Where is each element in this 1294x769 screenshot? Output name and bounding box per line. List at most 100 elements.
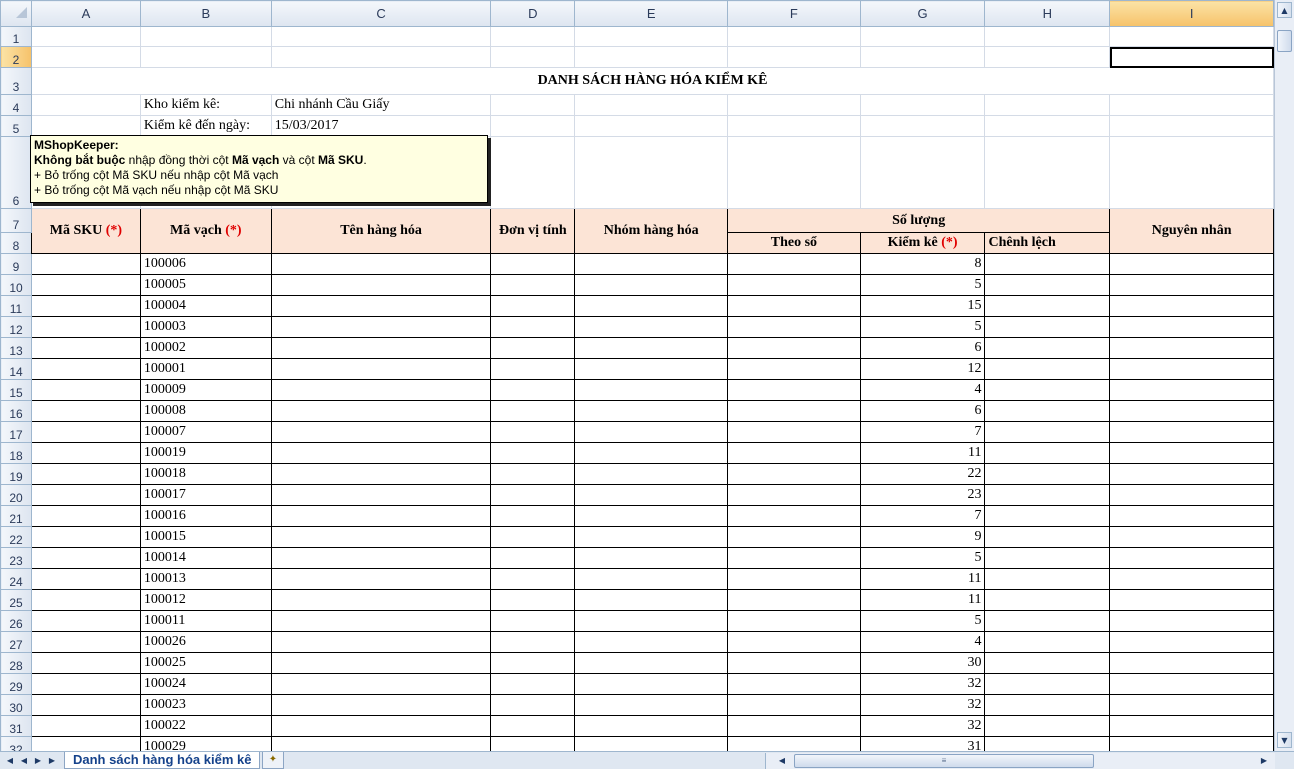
name-cell[interactable]: [270, 568, 492, 590]
cell[interactable]: [727, 115, 861, 137]
group-cell[interactable]: [574, 358, 729, 380]
header-book[interactable]: Theo sổ: [727, 232, 861, 254]
name-cell[interactable]: [270, 715, 492, 737]
group-cell[interactable]: [574, 274, 729, 296]
barcode-cell[interactable]: 100004: [139, 295, 272, 317]
diff-cell[interactable]: [984, 568, 1111, 590]
cell[interactable]: [984, 94, 1111, 116]
barcode-cell[interactable]: 100003: [139, 316, 272, 338]
name-cell[interactable]: [270, 505, 492, 527]
diff-cell[interactable]: [984, 694, 1111, 716]
cell-comment-note[interactable]: MShopKeeper: Không bắt buộc nhập đồng th…: [30, 135, 488, 203]
unit-cell[interactable]: [490, 526, 576, 548]
row-header-6[interactable]: 6: [0, 136, 32, 209]
sku-cell[interactable]: [31, 526, 141, 548]
diff-cell[interactable]: [984, 547, 1111, 569]
group-cell[interactable]: [574, 568, 729, 590]
sku-cell[interactable]: [31, 505, 141, 527]
vertical-scrollbar[interactable]: ▲ ▼: [1274, 0, 1294, 751]
unit-cell[interactable]: [490, 463, 576, 485]
row-header-8[interactable]: 8: [0, 232, 32, 254]
barcode-cell[interactable]: 100023: [139, 694, 272, 716]
sku-cell[interactable]: [31, 568, 141, 590]
counted-cell[interactable]: 6: [859, 400, 986, 422]
unit-cell[interactable]: [490, 421, 576, 443]
sku-cell[interactable]: [31, 547, 141, 569]
group-cell[interactable]: [574, 442, 729, 464]
sheet-tab-active[interactable]: Danh sách hàng hóa kiểm kê: [64, 752, 261, 769]
cell[interactable]: [1109, 94, 1274, 116]
sku-cell[interactable]: [31, 484, 141, 506]
sku-cell[interactable]: [31, 442, 141, 464]
cell[interactable]: [574, 136, 729, 209]
diff-cell[interactable]: [984, 463, 1111, 485]
unit-cell[interactable]: [490, 715, 576, 737]
header-quantity[interactable]: Số lượng: [727, 208, 1111, 233]
sku-cell[interactable]: [31, 715, 141, 737]
reason-cell[interactable]: [1109, 526, 1274, 548]
group-cell[interactable]: [574, 463, 729, 485]
counted-cell[interactable]: 31: [859, 736, 986, 751]
book-cell[interactable]: [727, 589, 861, 611]
name-cell[interactable]: [270, 253, 492, 275]
sku-cell[interactable]: [31, 421, 141, 443]
book-cell[interactable]: [727, 505, 861, 527]
counted-cell[interactable]: 12: [859, 358, 986, 380]
cell[interactable]: [727, 94, 861, 116]
name-cell[interactable]: [270, 610, 492, 632]
first-sheet-icon[interactable]: ◀: [4, 754, 16, 767]
cell[interactable]: [574, 26, 729, 47]
diff-cell[interactable]: [984, 673, 1111, 695]
book-cell[interactable]: [727, 421, 861, 443]
reason-cell[interactable]: [1109, 253, 1274, 275]
row-header[interactable]: 21: [0, 505, 32, 527]
diff-cell[interactable]: [984, 652, 1111, 674]
row-header[interactable]: 15: [0, 379, 32, 401]
scroll-down-icon[interactable]: ▼: [1277, 732, 1292, 748]
row-header[interactable]: 31: [0, 715, 32, 737]
diff-cell[interactable]: [984, 400, 1111, 422]
cell[interactable]: [574, 46, 729, 68]
scroll-up-icon[interactable]: ▲: [1277, 2, 1292, 18]
reason-cell[interactable]: [1109, 274, 1274, 296]
row-header[interactable]: 19: [0, 463, 32, 485]
row-header[interactable]: 16: [0, 400, 32, 422]
reason-cell[interactable]: [1109, 589, 1274, 611]
name-cell[interactable]: [270, 358, 492, 380]
barcode-cell[interactable]: 100009: [139, 379, 272, 401]
book-cell[interactable]: [727, 484, 861, 506]
cell[interactable]: [31, 26, 141, 47]
barcode-cell[interactable]: 100006: [139, 253, 272, 275]
column-header-i[interactable]: I: [1109, 0, 1274, 27]
cell[interactable]: [727, 26, 861, 47]
date-label[interactable]: Kiểm kê đến ngày:: [139, 115, 272, 137]
reason-cell[interactable]: [1109, 505, 1274, 527]
barcode-cell[interactable]: 100011: [139, 610, 272, 632]
cell[interactable]: [490, 94, 576, 116]
barcode-cell[interactable]: 100017: [139, 484, 272, 506]
header-unit[interactable]: Đơn vị tính: [490, 208, 576, 254]
reason-cell[interactable]: [1109, 379, 1274, 401]
name-cell[interactable]: [270, 631, 492, 653]
barcode-cell[interactable]: 100014: [139, 547, 272, 569]
last-sheet-icon[interactable]: ▶: [46, 754, 58, 767]
sku-cell[interactable]: [31, 295, 141, 317]
row-header[interactable]: 10: [0, 274, 32, 296]
group-cell[interactable]: [574, 673, 729, 695]
cell[interactable]: [859, 115, 986, 137]
diff-cell[interactable]: [984, 316, 1111, 338]
reason-cell[interactable]: [1109, 358, 1274, 380]
header-counted[interactable]: Kiểm kê (*): [859, 232, 986, 254]
barcode-cell[interactable]: 100018: [139, 463, 272, 485]
group-cell[interactable]: [574, 589, 729, 611]
name-cell[interactable]: [270, 547, 492, 569]
cell[interactable]: [984, 136, 1111, 209]
barcode-cell[interactable]: 100005: [139, 274, 272, 296]
column-header-b[interactable]: B: [139, 0, 272, 27]
book-cell[interactable]: [727, 379, 861, 401]
book-cell[interactable]: [727, 694, 861, 716]
group-cell[interactable]: [574, 316, 729, 338]
counted-cell[interactable]: 5: [859, 610, 986, 632]
cell[interactable]: [859, 46, 986, 68]
date-value[interactable]: 15/03/2017: [270, 115, 492, 137]
